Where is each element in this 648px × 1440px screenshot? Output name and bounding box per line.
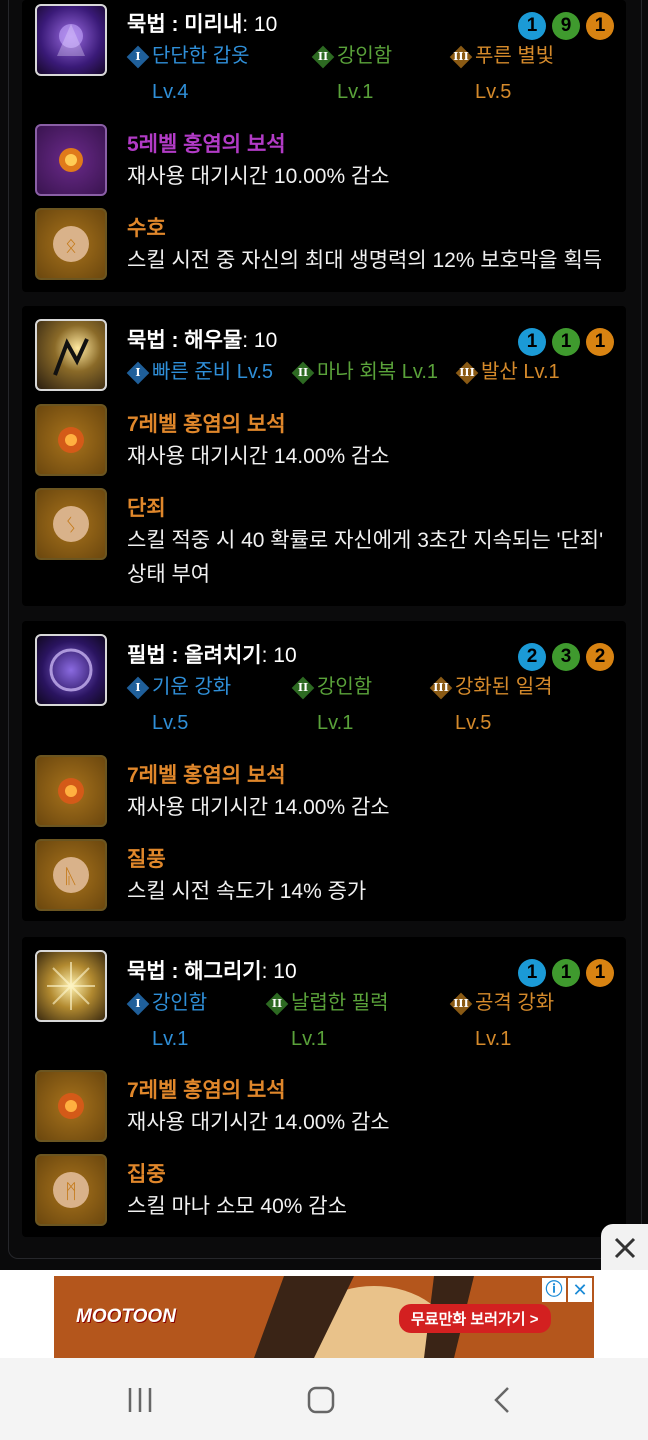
skill-title: 묵법 : 해우물: 10 <box>127 329 278 352</box>
svg-text:ᛟ: ᛟ <box>65 235 77 257</box>
tier-3-icon: III <box>429 676 453 700</box>
tier-2-icon: II <box>311 45 335 69</box>
tripod-3: III 강화된 일격 Lv.5 <box>429 669 553 741</box>
gem-icon <box>35 124 107 196</box>
tier-2-icon: II <box>265 992 289 1016</box>
skill-icon-haegeurigi <box>35 950 107 1022</box>
svg-text:ᛊ: ᛊ <box>65 515 77 537</box>
close-icon <box>614 1237 635 1259</box>
recent-apps-icon <box>128 1388 152 1412</box>
gem-name: 7레벨 홍염의 보석 <box>127 764 286 787</box>
rune-name: 단죄 <box>127 497 166 520</box>
gem-name: 5레벨 홍염의 보석 <box>127 133 286 156</box>
tripod-1: I 강인함 Lv.1 <box>126 985 207 1057</box>
svg-text:ᚣ: ᚣ <box>65 866 77 888</box>
skill-title: 묵법 : 해그리기: 10 <box>127 960 297 983</box>
skill-card: 필법 : 올려치기: 10 2 3 2 I 기운 강화 Lv.5 II 강인함 Lv… <box>22 621 626 921</box>
skill-title: 필법 : 올려치기: 10 <box>127 644 297 667</box>
tripod-2: II 마나 회복 Lv.1 <box>291 354 438 390</box>
tripod-1: I 기운 강화 Lv.5 <box>126 669 231 741</box>
ad-banner[interactable]: MOOTOON 무료만화 보러가기 > ⓘ ✕ <box>54 1276 594 1358</box>
home-button[interactable] <box>305 1384 337 1416</box>
rune-name: 질풍 <box>127 848 166 871</box>
tier-2-icon: II <box>291 676 315 700</box>
tripod-2: II 날렵한 필력 Lv.1 <box>265 985 389 1057</box>
ad-cta-button[interactable]: 무료만화 보러가기 > <box>399 1304 551 1333</box>
rune-desc: 스킬 시전 속도가 14% 증가 <box>127 880 367 903</box>
skill-icon-mirinae <box>35 4 107 76</box>
gem-icon <box>35 1070 107 1142</box>
android-nav-bar <box>0 1358 648 1440</box>
rune-desc-line2: 상태 부여 <box>127 563 211 586</box>
tripod-2: II 강인함 Lv.1 <box>311 38 392 110</box>
skill-card: 묵법 : 해그리기: 10 1 1 1 I 강인함 Lv.1 II 날렵한 필력 L… <box>22 937 626 1237</box>
gem-icon <box>35 404 107 476</box>
svg-text:ᛗ: ᛗ <box>65 1181 77 1203</box>
tripod-level-badges: 1 1 1 <box>518 328 614 356</box>
tripod-1: I 빠른 준비 Lv.5 <box>126 354 273 390</box>
tripod-3: III 공격 강화 Lv.1 <box>449 985 554 1057</box>
gem-desc: 재사용 대기시간 14.00% 감소 <box>127 445 390 468</box>
gem-desc: 재사용 대기시간 14.00% 감소 <box>127 796 390 819</box>
ad-info-icon[interactable]: ⓘ <box>542 1278 566 1302</box>
recent-apps-button[interactable] <box>120 1386 160 1414</box>
skill-icon-haeumul <box>35 319 107 391</box>
back-icon <box>494 1387 509 1413</box>
tripod-3: III 발산 Lv.1 <box>455 354 560 390</box>
tier-1-icon: I <box>126 45 150 69</box>
tripod-2: II 강인함 Lv.1 <box>291 669 372 741</box>
ad-close-button[interactable] <box>601 1224 648 1272</box>
tier-3-icon: III <box>455 361 479 385</box>
tripod-level-badges: 1 9 1 <box>518 12 614 40</box>
tier-1-icon: I <box>126 361 150 385</box>
tier-3-icon: III <box>449 992 473 1016</box>
skill-card: 묵법 : 해우물: 10 1 1 1 I 빠른 준비 Lv.5 II 마나 회복 L… <box>22 306 626 606</box>
tier-2-icon: II <box>291 361 315 385</box>
ad-brand: MOOTOON <box>76 1306 176 1327</box>
rune-desc: 스킬 적중 시 40 확률로 자신에게 3초간 지속되는 '단죄' <box>127 529 604 552</box>
ad-close-x-icon[interactable]: ✕ <box>568 1278 592 1302</box>
tier-3-icon: III <box>449 45 473 69</box>
rune-desc: 스킬 시전 중 자신의 최대 생명력의 12% 보호막을 획득 <box>127 249 603 272</box>
rune-name: 수호 <box>127 217 166 240</box>
gem-desc: 재사용 대기시간 10.00% 감소 <box>127 165 390 188</box>
gem-name: 7레벨 홍염의 보석 <box>127 413 286 436</box>
rune-name: 집중 <box>127 1163 166 1186</box>
rune-icon: ᛟ <box>35 208 107 280</box>
gem-name: 7레벨 홍염의 보석 <box>127 1079 286 1102</box>
back-button[interactable] <box>488 1384 520 1416</box>
rune-desc: 스킬 마나 소모 40% 감소 <box>127 1195 347 1218</box>
rune-icon: ᚣ <box>35 839 107 911</box>
tripod-level-badges: 2 3 2 <box>518 643 614 671</box>
home-icon <box>307 1386 335 1414</box>
tripod-1: I 단단한 갑옷 Lv.4 <box>126 38 250 110</box>
rune-icon: ᛊ <box>35 488 107 560</box>
tier-1-icon: I <box>126 992 150 1016</box>
gem-icon <box>35 755 107 827</box>
tripod-3: III 푸른 별빛 Lv.5 <box>449 38 554 110</box>
skill-icon-ollyeochigi <box>35 634 107 706</box>
rune-icon: ᛗ <box>35 1154 107 1226</box>
skill-card: 묵법 : 미리내: 10 1 9 1 I 단단한 갑옷 Lv.4 II 강인함 Lv… <box>22 0 626 292</box>
gem-desc: 재사용 대기시간 14.00% 감소 <box>127 1111 390 1134</box>
tripod-level-badges: 1 1 1 <box>518 959 614 987</box>
skill-title: 묵법 : 미리내: 10 <box>127 13 278 36</box>
tier-1-icon: I <box>126 676 150 700</box>
